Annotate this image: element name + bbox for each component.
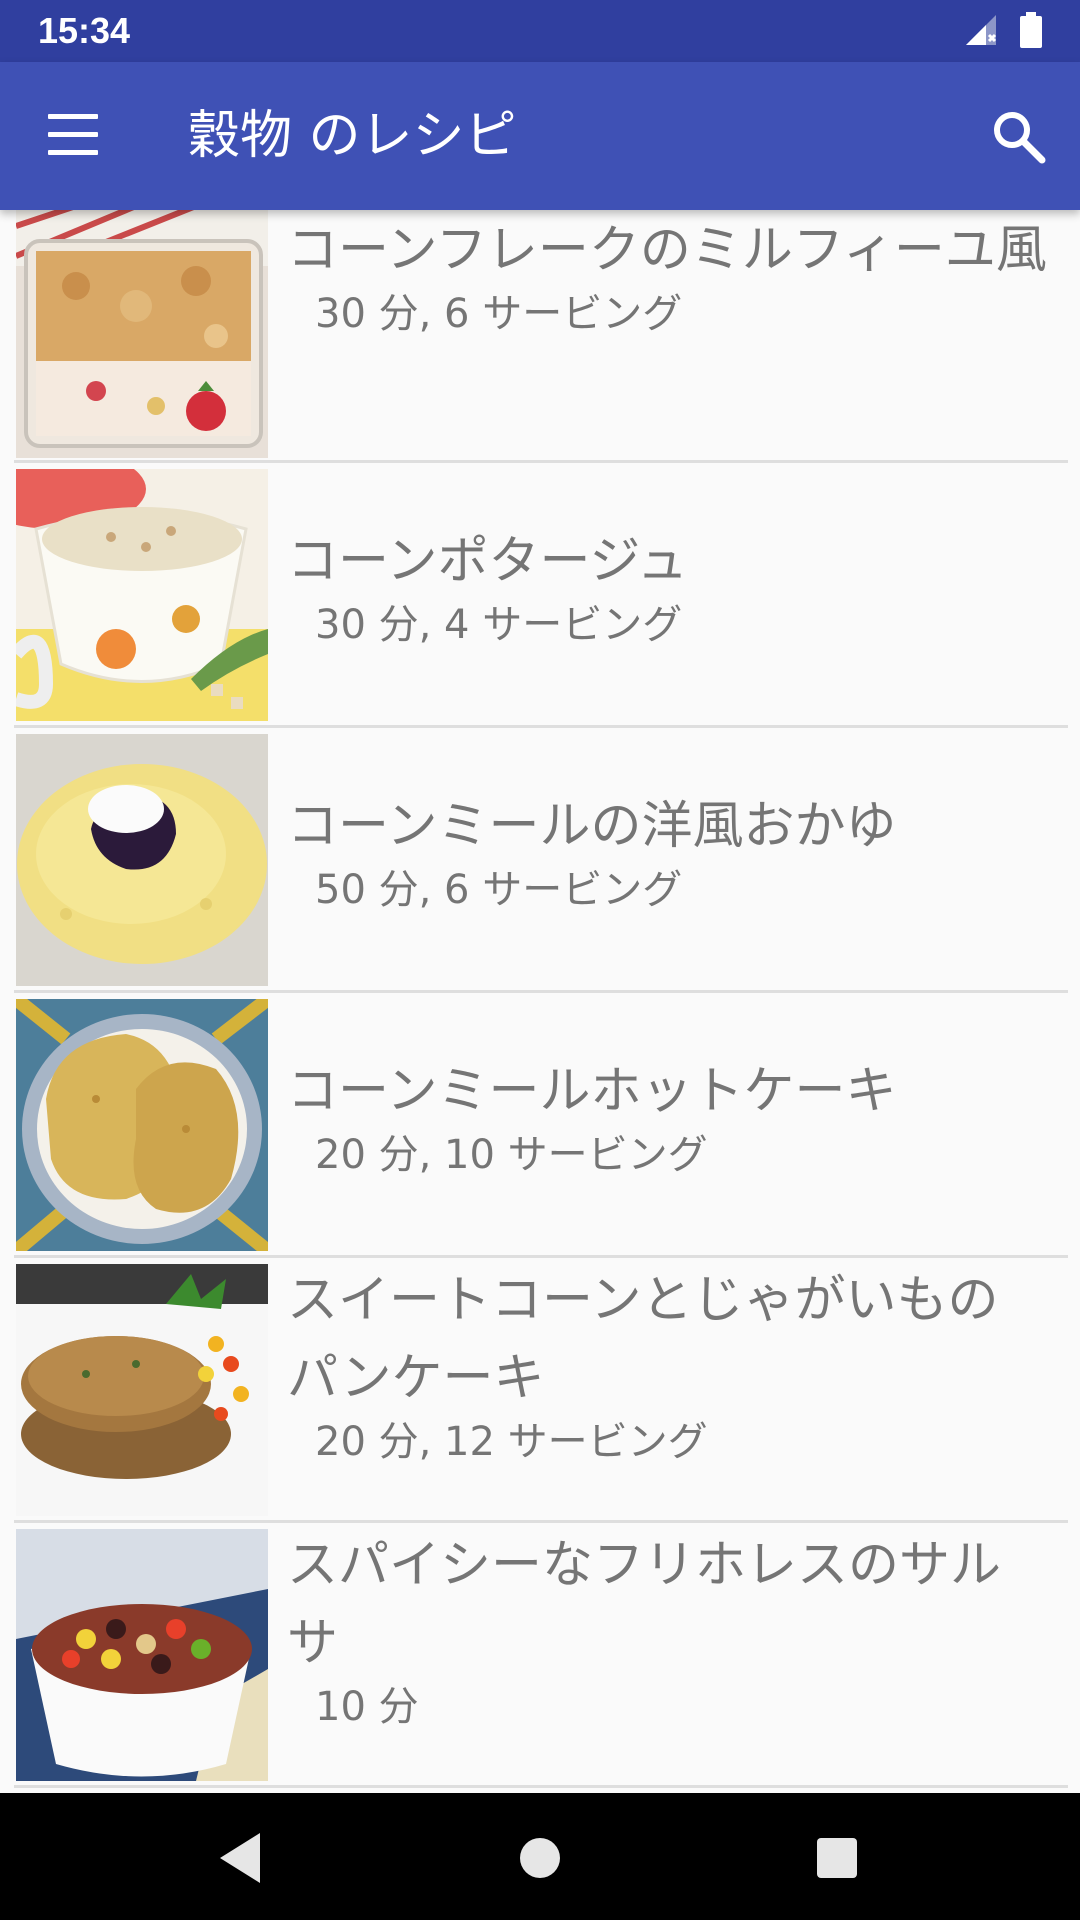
- recipe-thumbnail: [16, 734, 268, 986]
- recipe-meta: 10 分: [315, 1684, 419, 1730]
- recipe-meta: 20 分, 10 サービング: [315, 1132, 708, 1178]
- recipe-meta: 30 分, 6 サービング: [315, 291, 683, 337]
- recipe-title: スパイシーなフリホレスのサルサ: [287, 1536, 1002, 1673]
- recipe-thumbnail: [16, 1529, 268, 1781]
- search-icon[interactable]: [988, 106, 1048, 166]
- navigation-bar: [0, 1793, 1080, 1920]
- recipe-title: コーンフレークのミルフィーユ風: [287, 221, 1047, 280]
- recipe-title: スイートコーンとじゃがいものパンケーキ: [287, 1271, 999, 1408]
- recipe-thumbnail: [16, 999, 268, 1251]
- status-bar: 15:34: [0, 0, 1080, 62]
- recipe-title: コーンミールの洋風おかゆ: [287, 797, 897, 856]
- recipe-item[interactable]: コーンミールの洋風おかゆ 50 分, 6 サービング: [14, 730, 1068, 993]
- recipe-item[interactable]: コーンフレークのミルフィーユ風 30 分, 6 サービング: [14, 210, 1068, 463]
- recipe-list[interactable]: コーンフレークのミルフィーユ風 30 分, 6 サービング コーンポタージュ 3…: [0, 210, 1080, 1793]
- menu-icon[interactable]: [40, 108, 100, 164]
- home-icon[interactable]: [505, 1823, 575, 1893]
- recipe-thumbnail: [16, 210, 268, 458]
- recipe-meta: 20 分, 12 サービング: [315, 1419, 708, 1465]
- recipe-title: コーンミールホットケーキ: [287, 1062, 897, 1121]
- back-icon[interactable]: [205, 1823, 275, 1893]
- status-time: 15:34: [38, 10, 131, 51]
- battery-icon: [1020, 12, 1042, 48]
- recipe-thumbnail: [16, 469, 268, 721]
- recipe-item[interactable]: コーンポタージュ 30 分, 4 サービング: [14, 465, 1068, 728]
- recipe-title: コーンポタージュ: [287, 532, 688, 591]
- recipe-item[interactable]: スイートコーンとじゃがいものパンケーキ 20 分, 12 サービング: [14, 1260, 1068, 1523]
- recents-icon[interactable]: [802, 1823, 872, 1893]
- recipe-thumbnail: [16, 1264, 268, 1516]
- recipe-item[interactable]: コーンミールホットケーキ 20 分, 10 サービング: [14, 995, 1068, 1258]
- page-title: 穀物 のレシピ: [188, 106, 517, 166]
- recipe-item[interactable]: スパイシーなフリホレスのサルサ 10 分: [14, 1525, 1068, 1788]
- signal-icon: [966, 15, 997, 45]
- recipe-meta: 50 分, 6 サービング: [315, 867, 683, 913]
- app-bar: 穀物 のレシピ: [0, 62, 1080, 210]
- recipe-meta: 30 分, 4 サービング: [315, 602, 683, 648]
